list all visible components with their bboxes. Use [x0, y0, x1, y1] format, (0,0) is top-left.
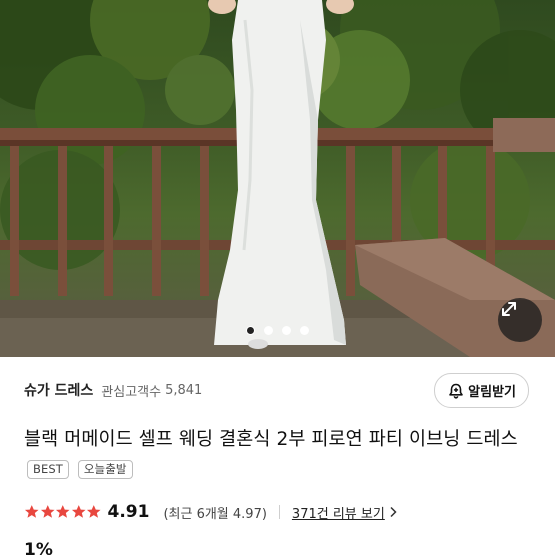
review-link[interactable]: 371건 리뷰 보기 — [292, 503, 385, 522]
gallery-dot-4[interactable] — [300, 326, 309, 335]
product-image-gallery[interactable] — [0, 0, 555, 357]
star-icon — [86, 505, 101, 519]
badge-today-shipping: 오늘출발 — [77, 460, 133, 479]
star-icon — [40, 505, 55, 519]
shop-name[interactable]: 슈가 드레스 — [24, 380, 93, 400]
divider — [278, 505, 280, 519]
star-icon — [71, 505, 86, 519]
alarm-button-label: 알림받기 — [468, 385, 516, 400]
gallery-dot-2[interactable] — [264, 326, 273, 335]
gallery-pagination — [0, 326, 555, 335]
product-title: 블랙 머메이드 셀프 웨딩 결혼식 2부 피로연 파티 이브닝 드레스 — [24, 429, 518, 450]
rating-score: 4.91 — [107, 502, 150, 522]
discount-rate: 1% — [24, 540, 53, 560]
rating-stars — [24, 504, 102, 520]
chevron-right-icon[interactable] — [389, 506, 397, 518]
recent-rating: (최근 6개월 4.97) — [163, 506, 267, 522]
bell-plus-icon — [449, 383, 463, 399]
star-icon — [24, 505, 39, 519]
badge-best: BEST — [27, 460, 69, 479]
alarm-subscribe-button[interactable]: 알림받기 — [434, 373, 529, 408]
interest-label: 관심고객수 — [101, 384, 162, 400]
seller-info-row: 슈가 드레스 관심고객수 5,841 알림받기 — [24, 372, 541, 408]
product-photo — [0, 0, 555, 357]
gallery-dot-1[interactable] — [246, 326, 255, 335]
interest-count: 5,841 — [165, 382, 203, 398]
star-icon — [55, 505, 70, 519]
product-title-block: 블랙 머메이드 셀프 웨딩 결혼식 2부 피로연 파티 이브닝 드레스 BEST… — [24, 424, 543, 486]
expand-arrows-icon — [502, 302, 516, 316]
expand-image-button[interactable] — [498, 298, 542, 342]
gallery-dot-3[interactable] — [282, 326, 291, 335]
rating-row: 4.91 (최근 6개월 4.97) 371건 리뷰 보기 — [24, 500, 397, 524]
